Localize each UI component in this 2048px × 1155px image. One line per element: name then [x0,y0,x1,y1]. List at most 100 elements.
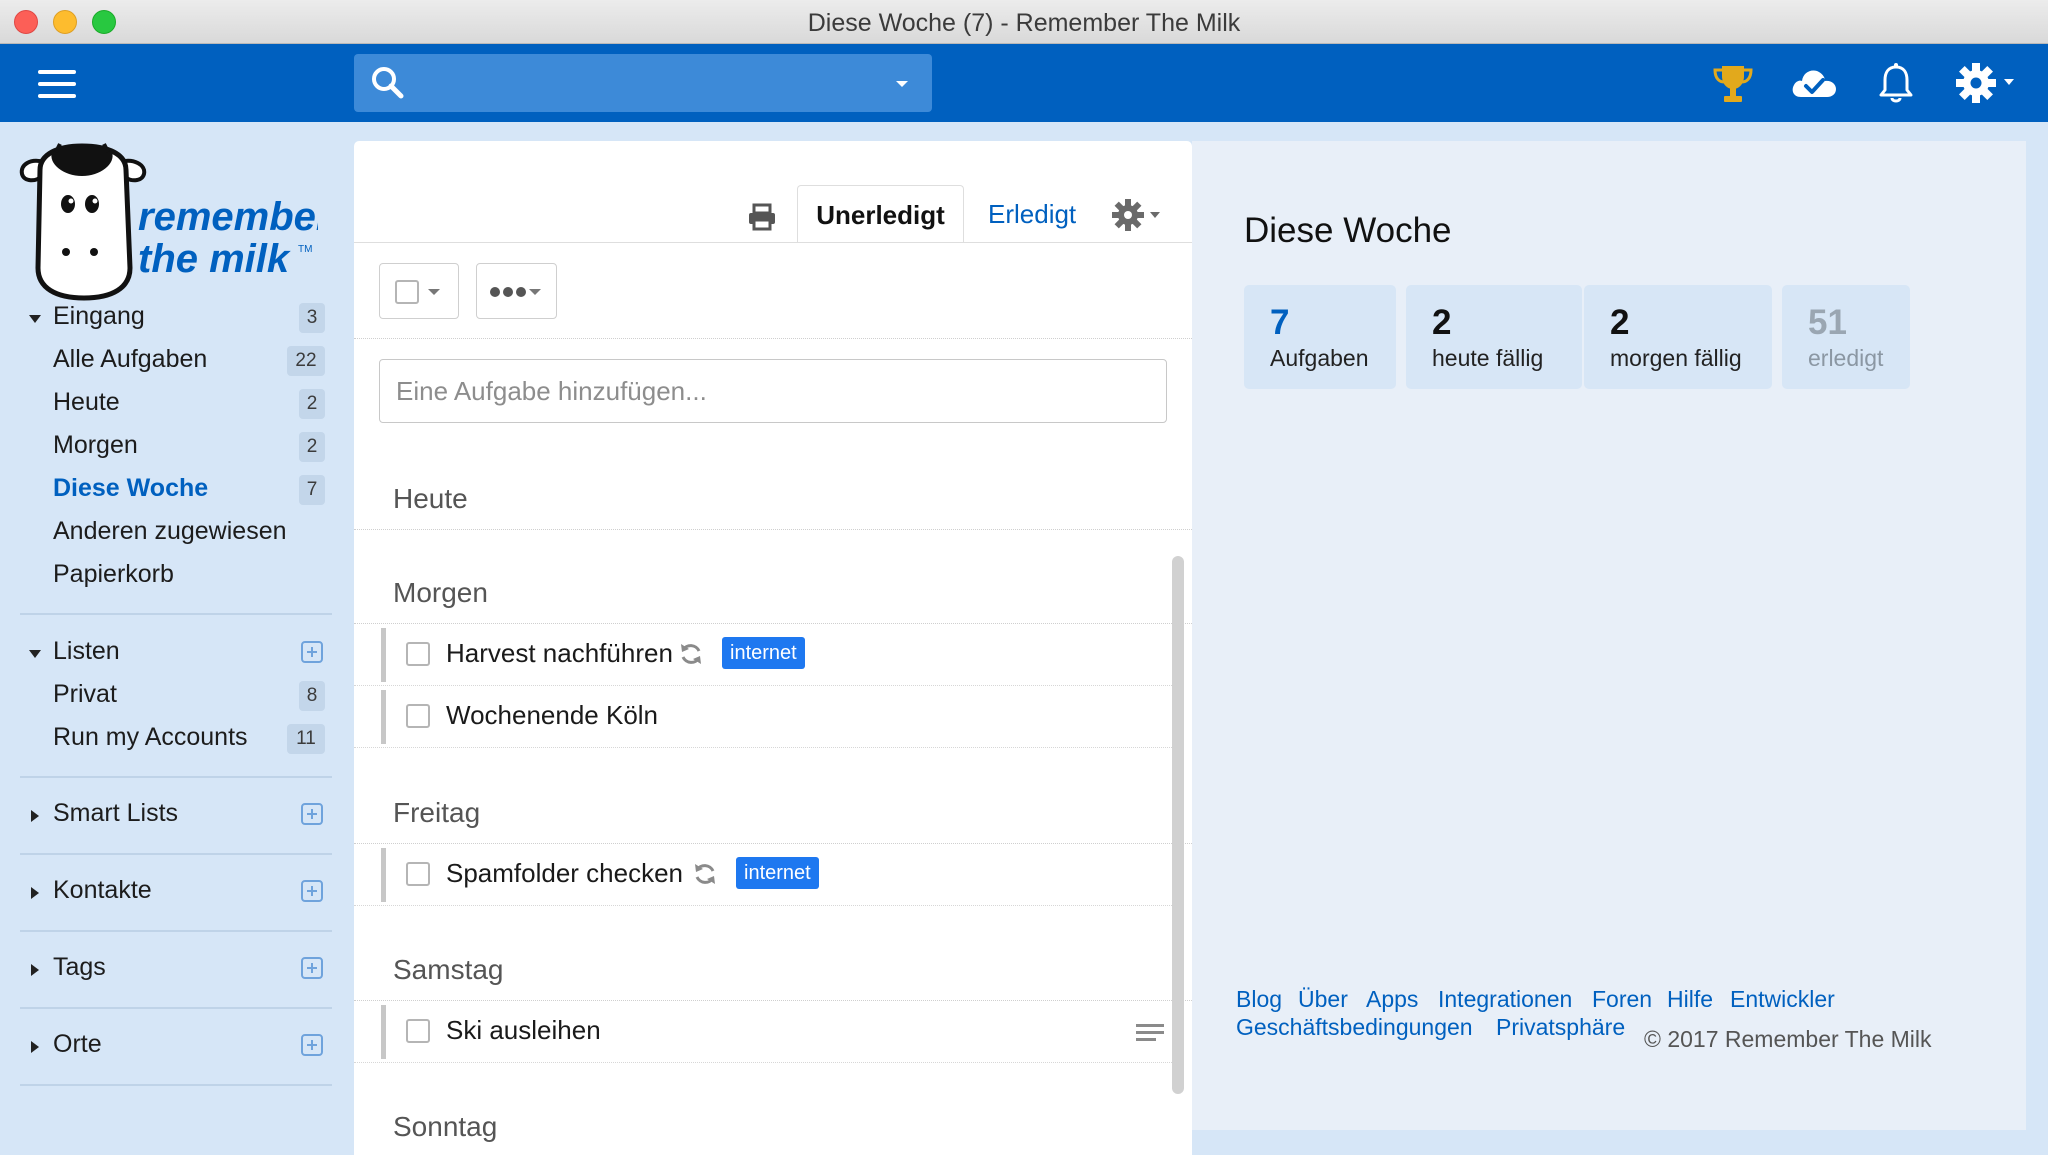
task-tag[interactable]: internet [722,637,805,669]
stat-value: 7 [1270,303,1290,342]
sidebar-divider [20,853,332,855]
task-row[interactable]: Wochenende Köln [354,686,1172,748]
footer-link-integrations[interactable]: Integrationen [1438,986,1572,1013]
sidebar-item-trash[interactable]: Papierkorb [0,556,354,596]
search-bar[interactable] [354,54,932,112]
sidebar-section-label: Orte [53,1030,102,1058]
copyright-text: © 2017 Remember The Milk [1644,1026,1932,1052]
task-tag[interactable]: internet [736,857,819,889]
sidebar-section-contacts[interactable]: Kontakte [0,872,354,912]
stat-tasks[interactable]: 7 Aufgaben [1244,285,1396,389]
sidebar-section-tags[interactable]: Tags [0,949,354,989]
sidebar-item-label: Diese Woche [53,474,209,502]
footer-link-developers[interactable]: Entwickler [1730,986,1835,1013]
select-tasks-button[interactable] [379,263,459,319]
cloud-sync-icon[interactable] [1788,61,1840,107]
sidebar-item-this-week[interactable]: Diese Woche 7 [0,470,354,510]
sidebar-section-places[interactable]: Orte [0,1026,354,1066]
add-smart-list-icon[interactable] [301,803,323,825]
remember-the-milk-logo[interactable]: remember the milk TM [18,140,318,305]
add-contact-icon[interactable] [301,880,323,902]
chevron-down-icon[interactable] [890,72,914,96]
tab-incomplete[interactable]: Unerledigt [797,185,964,243]
print-icon[interactable] [747,203,777,231]
task-name[interactable]: Harvest nachführen [446,638,673,669]
footer-link-terms[interactable]: Geschäftsbedingungen [1236,1014,1473,1041]
task-row[interactable]: Spamfolder checken internet [354,844,1172,906]
stat-completed[interactable]: 51 erledigt [1782,285,1910,389]
footer-link-help[interactable]: Hilfe [1667,986,1713,1013]
add-task-input[interactable] [379,359,1167,423]
more-dots-icon [490,287,541,297]
bell-icon[interactable] [1876,61,1916,107]
tabs-divider [354,242,1192,243]
repeat-icon [681,644,701,664]
sidebar-section-label: Eingang [53,302,145,330]
sidebar-count: 22 [287,346,325,376]
task-checkbox[interactable] [406,862,430,886]
trophy-icon[interactable] [1710,61,1756,107]
menu-icon[interactable] [38,70,76,98]
sidebar-item-label: Privat [53,680,117,708]
sidebar-item-today[interactable]: Heute 2 [0,384,354,424]
caret-right-icon [31,964,39,976]
sidebar-item-privat[interactable]: Privat 8 [0,676,354,716]
sidebar-count: 3 [299,303,325,333]
task-checkbox[interactable] [406,1019,430,1043]
task-list-scrollbar[interactable] [1172,556,1184,1094]
sidebar-divider [20,613,332,615]
sidebar-section-inbox[interactable]: Eingang 3 [0,298,354,338]
sidebar-item-assigned-to-others[interactable]: Anderen zugewiesen [0,513,354,553]
footer-link-apps[interactable]: Apps [1366,986,1418,1013]
search-icon[interactable] [370,66,410,100]
stat-due-tomorrow[interactable]: 2 morgen fällig [1584,285,1772,389]
caret-down-icon [29,650,41,658]
sidebar-item-label: Alle Aufgaben [53,345,208,373]
footer-link-blog[interactable]: Blog [1236,986,1282,1013]
repeat-icon [695,864,715,884]
priority-bar [381,1005,386,1059]
window-title-bar: Diese Woche (7) - Remember The Milk [0,0,2048,44]
gear-icon[interactable] [1954,61,2020,107]
search-input[interactable] [416,62,876,104]
add-list-icon[interactable] [301,641,323,663]
task-name[interactable]: Ski ausleihen [446,1015,601,1046]
stat-value: 2 [1610,303,1630,342]
sidebar-item-tomorrow[interactable]: Morgen 2 [0,427,354,467]
more-actions-button[interactable] [476,263,557,319]
tab-completed[interactable]: Erledigt [988,185,1076,243]
priority-bar [381,628,386,682]
task-row[interactable]: Harvest nachführen internet [354,624,1172,686]
footer-link-privacy[interactable]: Privatsphäre [1496,1014,1625,1041]
footer-link-about[interactable]: Über [1298,986,1348,1013]
group-title-saturday: Samstag [393,954,504,985]
details-title: Diese Woche [1244,211,1452,250]
sidebar-item-all-tasks[interactable]: Alle Aufgaben 22 [0,341,354,381]
list-settings-gear-icon[interactable] [1110,197,1166,233]
task-name[interactable]: Spamfolder checken [446,858,683,889]
task-checkbox[interactable] [406,642,430,666]
sidebar: remember the milk TM Eingang 3 Alle Aufg… [0,122,354,1155]
app-toolbar [0,44,2048,122]
caret-right-icon [31,887,39,899]
stat-value: 51 [1808,303,1847,342]
task-name[interactable]: Wochenende Köln [446,700,658,731]
sidebar-section-smart-lists[interactable]: Smart Lists [0,795,354,835]
logo-trademark: TM [298,244,312,255]
sidebar-item-run-my-accounts[interactable]: Run my Accounts 11 [0,719,354,759]
checkbox-dropdown-icon [395,280,440,304]
task-row[interactable]: Ski ausleihen [354,1001,1172,1063]
stat-label: heute fällig [1432,345,1544,371]
sidebar-divider [20,1084,332,1086]
add-place-icon[interactable] [301,1034,323,1056]
sidebar-count: 11 [287,724,325,754]
footer-link-forums[interactable]: Foren [1592,986,1652,1013]
note-icon [1136,1024,1164,1041]
sidebar-section-label: Smart Lists [53,799,179,827]
group-title-tomorrow: Morgen [393,577,488,608]
add-tag-icon[interactable] [301,957,323,979]
stat-due-today[interactable]: 2 heute fällig [1406,285,1582,389]
task-checkbox[interactable] [406,704,430,728]
sidebar-section-lists[interactable]: Listen [0,633,354,673]
sidebar-section-label: Kontakte [53,876,152,904]
